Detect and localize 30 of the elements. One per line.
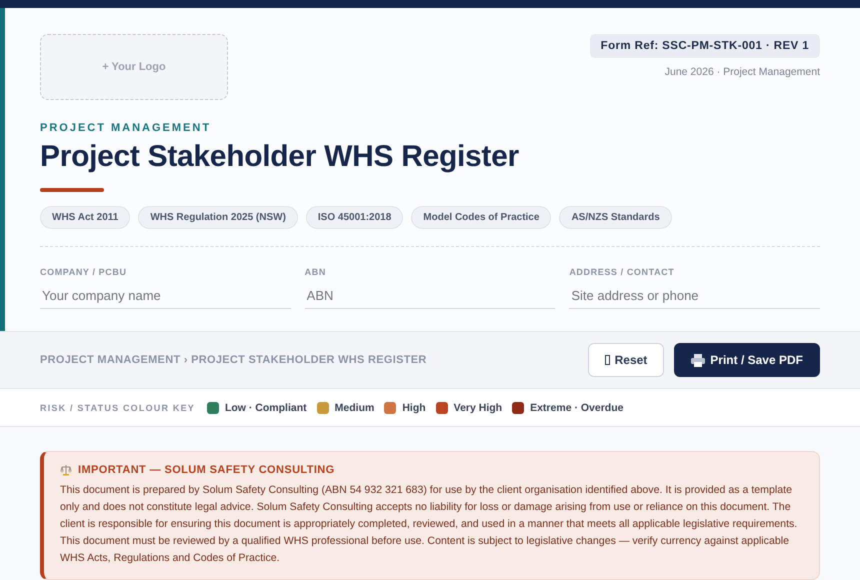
- scales-icon: [60, 464, 72, 476]
- key-label: Very High: [454, 402, 502, 414]
- category-label: PROJECT MANAGEMENT: [40, 122, 212, 134]
- input-field[interactable]: Your company name: [40, 283, 291, 309]
- standard-tag: Model Codes of Practice: [411, 206, 552, 229]
- input-field[interactable]: ABN: [304, 283, 556, 309]
- standard-tag: WHS Act 2011: [40, 206, 130, 229]
- key-label: Low · Compliant: [224, 402, 307, 414]
- title-underline: [40, 188, 104, 192]
- print-button[interactable]: Print / Save PDF: [674, 343, 820, 377]
- standard-tag: AS/NZS Standards: [559, 206, 672, 229]
- field-label: ADDRESS / CONTACT: [569, 267, 676, 277]
- reset-button[interactable]: Reset: [588, 343, 664, 377]
- field-label: COMPANY / PCBU: [40, 267, 128, 277]
- box-icon: [604, 355, 610, 365]
- key-label: Extreme · Overdue: [530, 402, 624, 414]
- form-reference: Form Ref: SSC-PM-STK-001 · REV 1: [590, 34, 820, 58]
- notice-title: IMPORTANT — SOLUM SAFETY CONSULTING: [78, 464, 335, 476]
- notice-text: This document is prepared by Solum Safety Consulting (ABN 54 932 321 683) for use by the client organisation identified above. It is provided as a template only and does not constitute legal advice. Solum Safety Consulting accepts no liability for loss or damage arising from use or reliance on this document. The client is responsible for ensuring this document is appropriately completed, reviewed, and used in a manner that meets all applicable legislative requirements. This document must be reviewed by a qualified WHS professional before use. Content is subject to legislative changes — verify currency against applicable WHS Acts, Regulations and Codes of Practice.: [60, 483, 798, 566]
- page-title: Project Stakeholder WHS Register: [40, 140, 520, 174]
- breadcrumb: PROJECT MANAGEMENT › PROJECT STAKEHOLDER WHS REGISTER: [40, 354, 427, 366]
- key-label: Medium: [334, 402, 374, 414]
- standard-tag: WHS Regulation 2025 (NSW): [138, 206, 298, 229]
- printer-icon: [691, 354, 706, 366]
- input-field[interactable]: Site address or phone: [569, 283, 820, 309]
- date-line: June 2026 · Project Management: [664, 66, 820, 78]
- standard-tag: ISO 45001:2018: [306, 206, 404, 229]
- colour-key-title: RISK / STATUS COLOUR KEY: [40, 402, 195, 412]
- field-label: ABN: [304, 267, 327, 277]
- key-label: High: [402, 402, 426, 414]
